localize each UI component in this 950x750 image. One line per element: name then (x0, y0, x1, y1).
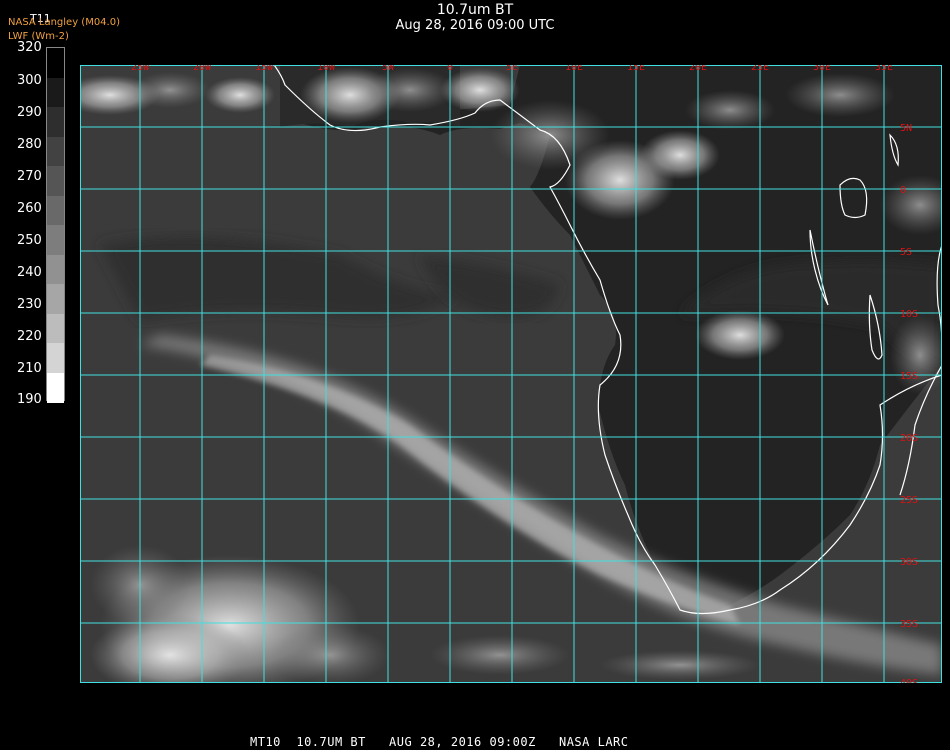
latitude-label: 35S (900, 619, 918, 630)
longitude-label: 15W (255, 65, 274, 73)
map-title: 10.7um BT (436, 2, 514, 18)
satellite-map: 25W 20W 15W 10W 5W 0 5E 10E 15E 20E 25E 30E 35E 5N 0 5… (80, 65, 942, 683)
longitude-label: 30E (813, 65, 831, 73)
latitude-label: 40S (900, 678, 918, 683)
latitude-label: 20S (900, 433, 918, 444)
latitude-label: 30S (900, 557, 918, 568)
colorbar-tick-label: 220 (17, 329, 42, 344)
longitude-label: 25W (131, 65, 150, 73)
colorbar-tick-label: 280 (17, 137, 42, 152)
colorbar-tick-label: 260 (17, 201, 42, 216)
colorbar-tick-label: 240 (17, 265, 42, 280)
colorbar-tick-label: 210 (17, 361, 42, 376)
latitude-label: 10S (900, 309, 918, 320)
longitude-label: 20E (689, 65, 707, 73)
longitude-label: 5E (506, 65, 518, 73)
colorbar-tick-label: 230 (17, 297, 42, 312)
temperature-colorbar (46, 47, 65, 403)
longitude-label: 35E (875, 65, 893, 73)
latitude-label: 15S (900, 371, 918, 382)
colorbar-tick-label: 290 (17, 105, 42, 120)
colorbar-tick-label: 300 (17, 73, 42, 88)
longitude-label: 0 (447, 65, 453, 73)
longitude-label: 25E (751, 65, 769, 73)
colorbar-tick-label: 250 (17, 233, 42, 248)
map-timestamp: Aug 28, 2016 09:00 UTC (395, 18, 555, 33)
longitude-label: 15E (627, 65, 645, 73)
longitude-label: 20W (193, 65, 212, 73)
colorbar-tick-label: 270 (17, 169, 42, 184)
legend-credit: NASA Langley (M04.0) (8, 17, 120, 28)
longitude-label: 5W (382, 65, 395, 73)
longitude-label: 10E (565, 65, 583, 73)
colorbar-tick-label: 320 (17, 40, 42, 55)
footer-caption: MT10 10.7UM BT AUG 28, 2016 09:00Z NASA … (250, 735, 629, 749)
latitude-label: 5S (900, 247, 912, 258)
latitude-label: 0 (900, 185, 906, 196)
latitude-label: 5N (900, 123, 912, 134)
longitude-label: 10W (317, 65, 336, 73)
colorbar-tick-label: 190 (17, 392, 42, 407)
latitude-label: 25S (900, 495, 918, 506)
